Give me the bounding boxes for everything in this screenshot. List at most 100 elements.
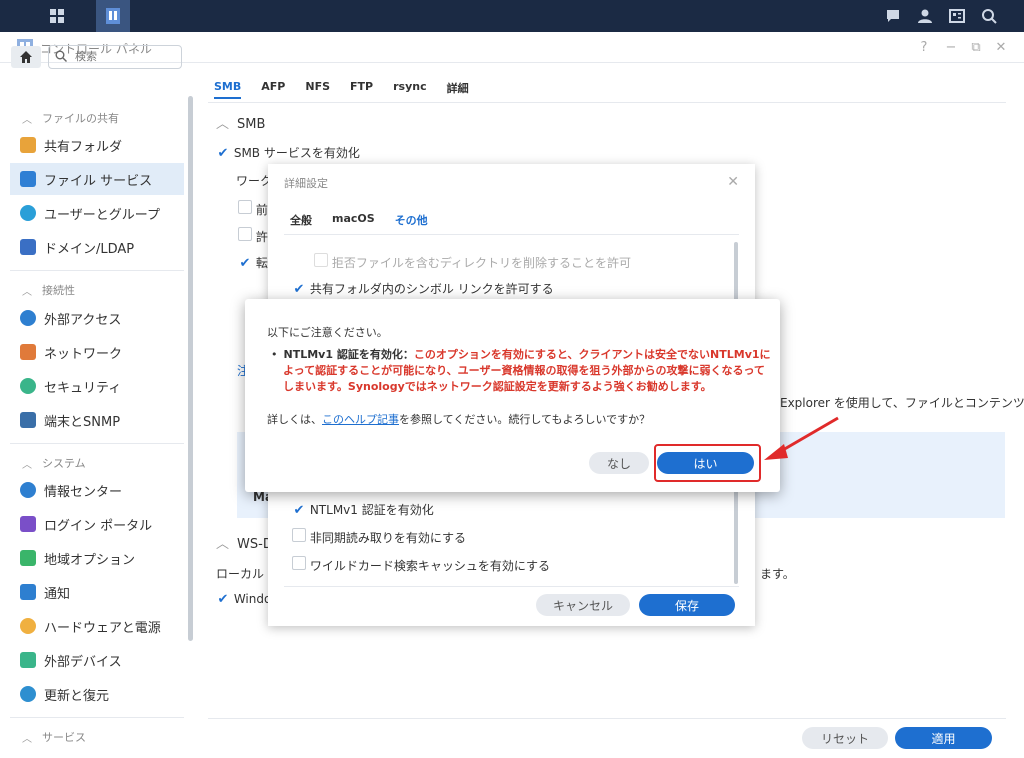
minimize-icon[interactable]: −	[942, 38, 960, 56]
symlink-checkbox[interactable]: ✔ 共有フォルダ内のシンボル リンクを許可する	[292, 280, 554, 297]
warning-line-1: このオプションを有効にすると、クライアントは安全でないNTLMv1に	[413, 348, 771, 361]
sidebar-search[interactable]	[48, 45, 182, 69]
login-portal-icon	[20, 516, 36, 532]
close-icon[interactable]: ✕	[727, 174, 739, 190]
maximize-icon[interactable]: ⧉	[967, 38, 985, 56]
option-checkbox-1[interactable]: 前	[238, 200, 268, 218]
ntlmv1-checkbox[interactable]: ✔ NTLMv1 認証を有効化	[292, 501, 434, 518]
local-network-text-right: ます。	[760, 567, 795, 581]
regional-icon	[20, 550, 36, 566]
alert-warning: • NTLMv1 認証を有効化：このオプションを有効にすると、クライアントは安全で…	[271, 348, 771, 393]
chat-button[interactable]	[876, 0, 910, 32]
tab-others[interactable]: その他	[395, 212, 428, 228]
warning-line-3: しまいます。Synologyではネットワーク認証設定を更新するよう強くお勧めしま…	[283, 380, 712, 393]
folder-share-icon	[20, 137, 36, 153]
search-icon	[982, 9, 997, 24]
windows-checkbox[interactable]: ✔ Windo	[216, 592, 272, 607]
sidebar-item-terminal-snmp[interactable]: 端末とSNMP	[10, 404, 184, 436]
control-panel-taskbar-button[interactable]	[96, 0, 130, 32]
option-checkbox-2[interactable]: 許	[238, 227, 268, 245]
sidebar-item-external-devices[interactable]: 外部デバイス	[10, 644, 184, 676]
tab-nfs[interactable]: NFS	[305, 80, 330, 99]
tab-afp[interactable]: AFP	[261, 80, 285, 99]
chevron-up-icon: ︿	[22, 286, 32, 298]
chevron-up-icon: ︿	[216, 537, 230, 552]
lightbulb-icon	[20, 618, 36, 634]
sidebar-item-users-groups[interactable]: ユーザーとグループ	[10, 197, 184, 229]
service-tabs: SMB AFP NFS FTP rsync 詳細	[214, 80, 469, 99]
save-button[interactable]: 保存	[639, 594, 735, 616]
section-file-sharing[interactable]: ︿ ファイルの共有	[22, 110, 119, 126]
widgets-button[interactable]	[940, 0, 974, 32]
sidebar-item-domain-ldap[interactable]: ドメイン/LDAP	[10, 231, 184, 263]
sidebar-item-file-services[interactable]: ファイル サービス	[10, 163, 184, 195]
wildcard-cache-checkbox[interactable]: ワイルドカード検索キャッシュを有効にする	[292, 556, 550, 574]
explorer-text: Explorer を使用して、ファイルとコンテンツを	[780, 396, 1024, 410]
wsd-section-header[interactable]: ︿ WS-D	[216, 533, 273, 552]
cancel-button[interactable]: キャンセル	[536, 594, 630, 616]
external-access-icon	[20, 310, 36, 326]
dialog-tabs-divider	[284, 234, 739, 235]
sidebar-item-hardware-power[interactable]: ハードウェアと電源	[10, 610, 184, 642]
dialog-footer-divider	[284, 586, 739, 587]
section-services[interactable]: ︿ サービス	[22, 729, 86, 745]
sidebar-item-shared-folder[interactable]: 共有フォルダ	[10, 129, 184, 161]
close-icon[interactable]: ✕	[992, 38, 1010, 56]
smb-section-header[interactable]: ︿ SMB	[216, 113, 265, 132]
search-icon	[55, 50, 67, 62]
user-button[interactable]	[908, 0, 942, 32]
notification-icon	[20, 584, 36, 600]
tab-macos[interactable]: macOS	[332, 212, 375, 228]
no-button[interactable]: なし	[589, 452, 649, 474]
chevron-up-icon: ︿	[216, 117, 230, 132]
file-services-icon	[20, 171, 36, 187]
footer-divider	[208, 718, 1006, 719]
sidebar-item-regional-options[interactable]: 地域オプション	[10, 542, 184, 574]
search-taskbar-button[interactable]	[972, 0, 1006, 32]
users-icon	[20, 205, 36, 221]
apply-button[interactable]: 適用	[895, 727, 992, 749]
option-checkbox-3[interactable]: ✔ 転	[238, 254, 268, 271]
tab-advanced[interactable]: 詳細	[447, 80, 469, 99]
dialog-tabs: 全般 macOS その他	[290, 212, 428, 228]
help-article-link[interactable]: このヘルプ記事	[322, 413, 399, 426]
tabs-divider	[208, 102, 1006, 103]
sidebar-item-network[interactable]: ネットワーク	[10, 336, 184, 368]
checkmark-icon: ✔	[293, 282, 305, 297]
sidebar-item-update-restore[interactable]: 更新と復元	[10, 678, 184, 710]
checkmark-icon: ✔	[239, 256, 251, 271]
sidebar-item-security[interactable]: セキュリティ	[10, 370, 184, 402]
grid-icon	[50, 9, 64, 23]
tab-smb[interactable]: SMB	[214, 80, 242, 99]
home-icon	[20, 51, 32, 63]
network-icon	[20, 344, 36, 360]
checkmark-icon: ✔	[217, 592, 229, 607]
enable-smb-checkbox[interactable]: ✔ SMB サービスを有効化	[216, 144, 360, 161]
section-system[interactable]: ︿ システム	[22, 455, 86, 471]
tab-rsync[interactable]: rsync	[393, 80, 427, 99]
sidebar-item-login-portal[interactable]: ログイン ポータル	[10, 508, 184, 540]
workgroup-label: ワーク	[236, 174, 273, 188]
search-input[interactable]	[73, 49, 177, 64]
chat-icon	[887, 10, 899, 22]
widgets-icon	[949, 9, 965, 23]
sidebar-scrollbar[interactable]	[188, 96, 193, 641]
tab-general[interactable]: 全般	[290, 212, 312, 228]
async-read-checkbox[interactable]: 非同期読み取りを有効にする	[292, 528, 466, 546]
warning-title: NTLMv1 認証を有効化：	[283, 348, 414, 361]
chevron-up-icon: ︿	[22, 114, 32, 126]
deny-delete-checkbox[interactable]: 拒否ファイルを含むディレクトリを削除することを許可	[314, 253, 631, 271]
shield-icon	[20, 378, 36, 394]
main-menu-button[interactable]	[40, 0, 74, 32]
sidebar-item-info-center[interactable]: 情報センター	[10, 474, 184, 506]
domain-icon	[20, 239, 36, 255]
terminal-icon	[20, 412, 36, 428]
reset-button[interactable]: リセット	[802, 727, 888, 749]
section-connectivity[interactable]: ︿ 接続性	[22, 282, 75, 298]
chevron-up-icon: ︿	[22, 733, 32, 745]
home-button[interactable]	[11, 46, 41, 68]
sidebar-item-notification[interactable]: 通知	[10, 576, 184, 608]
tab-ftp[interactable]: FTP	[350, 80, 373, 99]
sidebar-item-external-access[interactable]: 外部アクセス	[10, 302, 184, 334]
help-icon[interactable]: ?	[915, 38, 933, 56]
